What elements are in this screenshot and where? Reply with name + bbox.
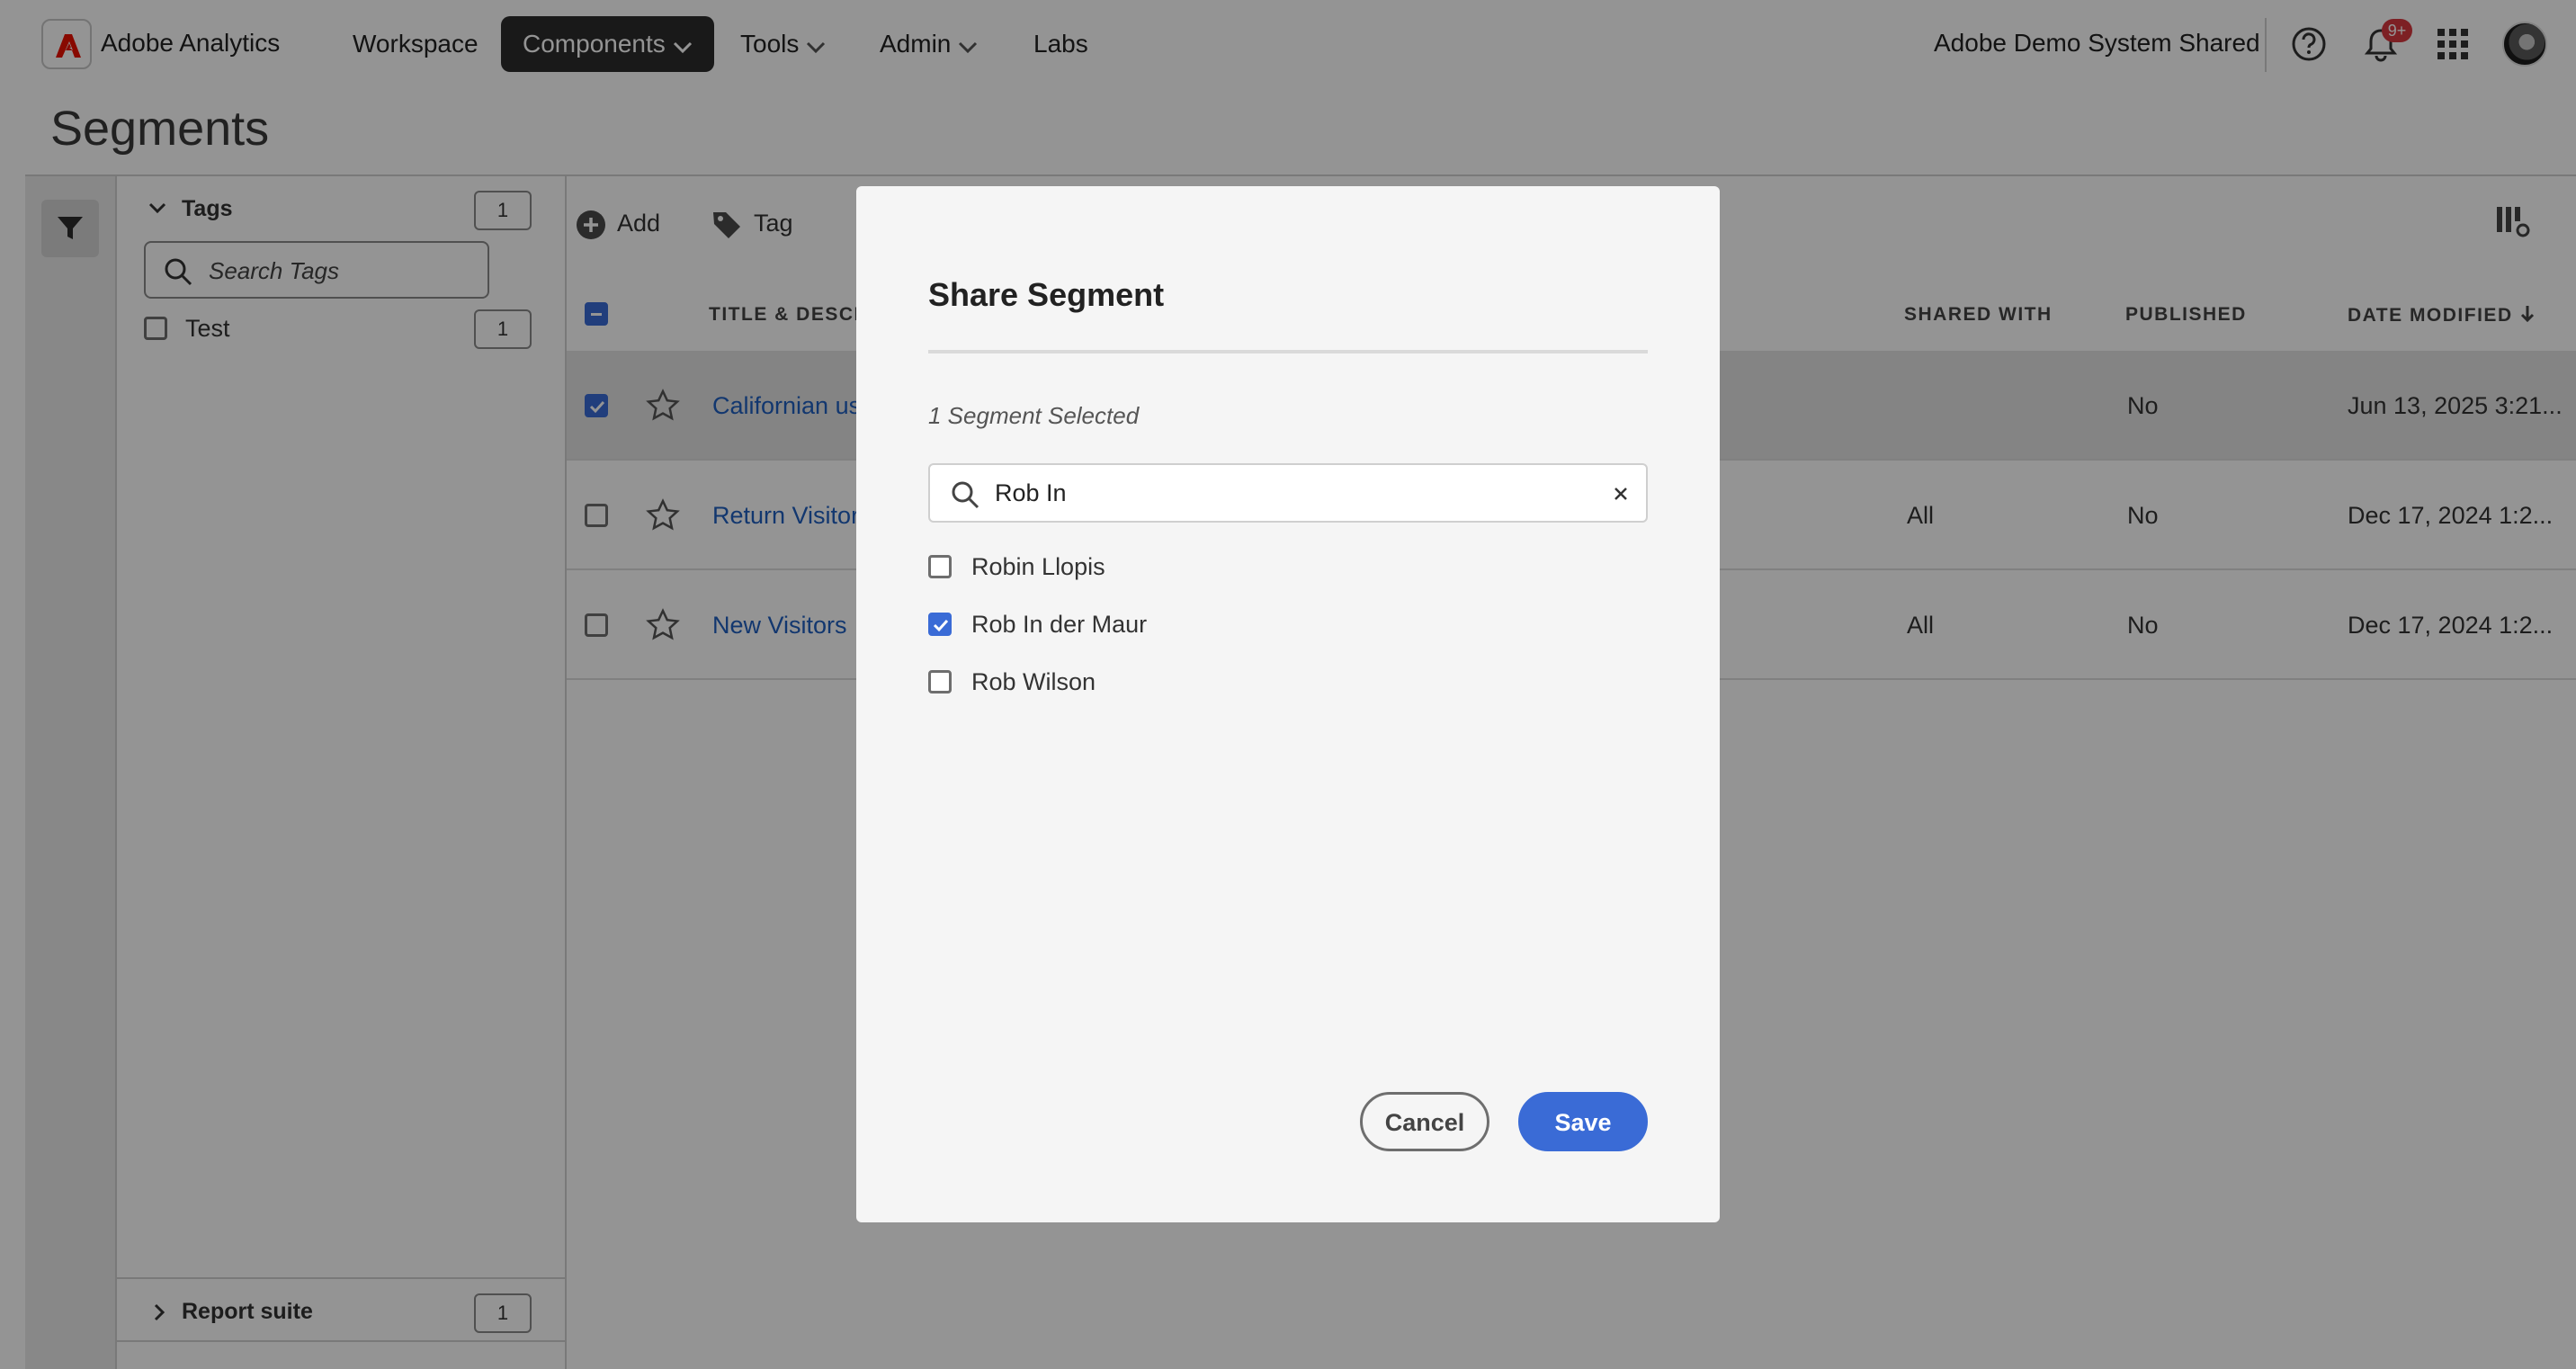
clear-icon[interactable] — [1612, 485, 1630, 503]
divider — [928, 350, 1648, 353]
user-name: Rob In der Maur — [971, 611, 1148, 638]
cancel-button[interactable]: Cancel — [1360, 1092, 1489, 1151]
user-checkbox[interactable] — [928, 613, 952, 636]
search-icon — [952, 481, 979, 509]
user-search-input[interactable]: Rob In — [928, 463, 1648, 523]
selected-count-text: 1 Segment Selected — [928, 402, 1140, 429]
user-checkbox[interactable] — [928, 555, 952, 578]
share-segment-dialog: Share Segment 1 Segment Selected Rob In … — [856, 186, 1720, 1222]
dialog-title: Share Segment — [928, 276, 1165, 313]
save-button[interactable]: Save — [1518, 1092, 1648, 1151]
user-search-value: Rob In — [995, 479, 1067, 506]
user-name: Rob Wilson — [971, 668, 1096, 695]
user-name: Robin Llopis — [971, 553, 1105, 580]
user-checkbox[interactable] — [928, 670, 952, 693]
